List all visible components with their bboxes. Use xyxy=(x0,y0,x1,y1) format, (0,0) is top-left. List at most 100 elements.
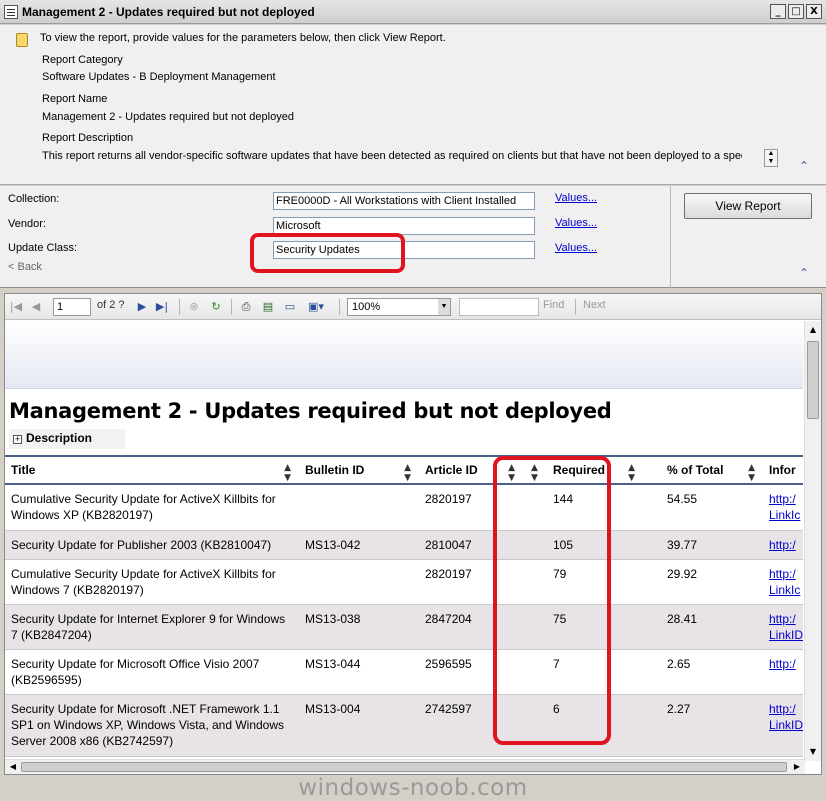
page-number-input[interactable]: 1 xyxy=(53,298,91,316)
table-row: Security Update for Microsoft .NET Frame… xyxy=(5,694,803,757)
description-toggle-label: Description xyxy=(26,431,93,445)
close-button[interactable]: X xyxy=(806,4,822,19)
first-page-icon[interactable]: |◀ xyxy=(9,300,23,314)
maximize-button[interactable]: □ xyxy=(788,4,804,19)
cell-percent: 28.41 xyxy=(643,604,763,650)
info-link[interactable]: http:/ xyxy=(769,657,796,671)
info-note-icon xyxy=(16,33,28,47)
info-link-id[interactable]: LinkIc xyxy=(769,508,800,522)
refresh-icon[interactable]: ↻ xyxy=(209,300,223,314)
vertical-scroll-thumb[interactable] xyxy=(807,341,819,419)
collection-input[interactable]: FRE0000D - All Workstations with Client … xyxy=(273,192,535,210)
window-controls: _ □ X xyxy=(770,4,822,19)
sort-icon[interactable]: ▲ ▼ xyxy=(628,463,635,483)
watermark: windows-noob.com xyxy=(298,775,528,801)
column-header-title[interactable]: Title ▲ ▼ xyxy=(5,455,299,485)
collapse-info-icon[interactable]: ⌃ xyxy=(799,159,809,173)
sort-icon[interactable]: ▲ ▼ xyxy=(404,463,411,483)
vertical-scrollbar[interactable]: ▲ ▼ xyxy=(804,321,821,761)
find-button[interactable]: Find xyxy=(543,299,564,311)
toolbar-separator xyxy=(339,299,340,315)
back-link[interactable]: < Back xyxy=(8,261,42,273)
previous-page-icon[interactable]: ◀ xyxy=(29,300,43,314)
cell-percent: 2.65 xyxy=(643,649,763,695)
cell-title: Security Update for Publisher 2003 (KB28… xyxy=(5,530,299,560)
page-setup-icon[interactable]: ▭ xyxy=(283,300,297,314)
window-title-bar[interactable]: Management 2 - Updates required but not … xyxy=(0,0,826,24)
update-class-values-link[interactable]: Values... xyxy=(555,242,597,254)
page-count: of 2 ? xyxy=(97,299,125,311)
cell-bulletin-id: MS13-038 xyxy=(299,604,419,650)
cell-information: http:/ LinkID xyxy=(763,604,803,650)
report-toolbar: |◀ ◀ 1 of 2 ? ▶ ▶| ⊗ ↻ ⎙ ▤ ▭ ▣▾ 100% ▼ F… xyxy=(5,294,821,320)
description-toggle[interactable]: + Description xyxy=(9,429,125,449)
info-note: To view the report, provide values for t… xyxy=(40,32,446,44)
cell-bulletin-id xyxy=(299,559,419,605)
cell-percent: 2.27 xyxy=(643,694,763,757)
info-link[interactable]: http:/ xyxy=(769,567,796,581)
report-info-panel: To view the report, provide values for t… xyxy=(0,25,826,185)
column-header-percent-of-total[interactable]: % of Total ▲ ▼ xyxy=(643,455,763,485)
description-scroll-spinner[interactable]: ▲ ▼ xyxy=(764,149,778,167)
toolbar-separator xyxy=(231,299,232,315)
window-title: Management 2 - Updates required but not … xyxy=(22,4,315,19)
table-row: Security Update for Internet Explorer 9 … xyxy=(5,604,803,650)
sort-icon[interactable]: ▲ ▼ xyxy=(284,463,291,483)
column-header-bulletin-id[interactable]: Bulletin ID ▲ ▼ xyxy=(299,455,419,485)
info-link-id[interactable]: LinkID xyxy=(769,628,803,642)
sort-icon[interactable]: ▲ ▼ xyxy=(748,463,755,483)
print-layout-icon[interactable]: ▤ xyxy=(261,300,275,314)
table-header-row: Title ▲ ▼ Bulletin ID ▲ ▼ Article ID ▲ ▼ Requi… xyxy=(5,455,803,485)
toolbar-separator xyxy=(575,299,576,315)
info-link[interactable]: http:/ xyxy=(769,612,796,626)
scroll-down-icon[interactable]: ▼ xyxy=(807,745,819,759)
report-app-icon xyxy=(4,4,18,19)
table-row: Security Update for Publisher 2003 (KB28… xyxy=(5,530,803,560)
cell-percent: 54.55 xyxy=(643,484,763,531)
report-category-label: Report Category xyxy=(42,54,123,66)
next-page-icon[interactable]: ▶ xyxy=(135,300,149,314)
scroll-left-icon[interactable]: ◀ xyxy=(6,760,20,774)
expand-icon: + xyxy=(13,434,22,444)
updates-table: Title ▲ ▼ Bulletin ID ▲ ▼ Article ID ▲ ▼ Requi… xyxy=(5,455,803,757)
info-link[interactable]: http:/ xyxy=(769,702,796,716)
column-header-information[interactable]: Infor xyxy=(763,455,803,485)
scroll-right-icon[interactable]: ▶ xyxy=(790,760,804,774)
minimize-button[interactable]: _ xyxy=(770,4,786,19)
last-page-icon[interactable]: ▶| xyxy=(155,300,169,314)
report-viewer: |◀ ◀ 1 of 2 ? ▶ ▶| ⊗ ↻ ⎙ ▤ ▭ ▣▾ 100% ▼ F… xyxy=(4,293,822,775)
find-input[interactable] xyxy=(459,298,539,316)
zoom-dropdown-icon[interactable]: ▼ xyxy=(438,299,450,315)
info-link[interactable]: http:/ xyxy=(769,538,796,552)
collapse-params-icon[interactable]: ⌃ xyxy=(799,266,809,280)
horizontal-scroll-thumb[interactable] xyxy=(21,762,787,772)
export-icon[interactable]: ▣▾ xyxy=(305,300,327,314)
cell-information: http:/ LinkID xyxy=(763,694,803,757)
zoom-select[interactable]: 100% ▼ xyxy=(347,298,451,316)
collection-values-link[interactable]: Values... xyxy=(555,192,597,204)
cell-title: Security Update for Microsoft .NET Frame… xyxy=(5,694,299,757)
horizontal-scrollbar[interactable]: ◀ ▶ xyxy=(5,759,805,774)
parameters-panel: Collection: FRE0000D - All Workstations … xyxy=(0,186,826,288)
cell-information: http:/ LinkIc xyxy=(763,484,803,531)
report-name-value: Management 2 - Updates required but not … xyxy=(42,111,294,123)
report-banner xyxy=(5,321,803,389)
scroll-up-icon[interactable]: ▲ xyxy=(807,323,819,337)
table-row: Cumulative Security Update for ActiveX K… xyxy=(5,484,803,531)
info-link-id[interactable]: LinkIc xyxy=(769,583,800,597)
print-icon[interactable]: ⎙ xyxy=(239,300,253,314)
find-next-button[interactable]: Next xyxy=(583,299,606,311)
cell-information: http:/ xyxy=(763,530,803,560)
cell-information: http:/ LinkIc xyxy=(763,559,803,605)
info-link[interactable]: http:/ xyxy=(769,492,796,506)
view-report-button[interactable]: View Report xyxy=(684,193,812,219)
cell-title: Cumulative Security Update for ActiveX K… xyxy=(5,559,299,605)
cell-title: Cumulative Security Update for ActiveX K… xyxy=(5,484,299,531)
cell-title: Security Update for Internet Explorer 9 … xyxy=(5,604,299,650)
vendor-values-link[interactable]: Values... xyxy=(555,217,597,229)
info-link-id[interactable]: LinkID xyxy=(769,718,803,732)
cell-bulletin-id: MS13-004 xyxy=(299,694,419,757)
stop-icon[interactable]: ⊗ xyxy=(187,300,201,314)
vendor-label: Vendor: xyxy=(8,218,46,230)
cell-percent: 29.92 xyxy=(643,559,763,605)
